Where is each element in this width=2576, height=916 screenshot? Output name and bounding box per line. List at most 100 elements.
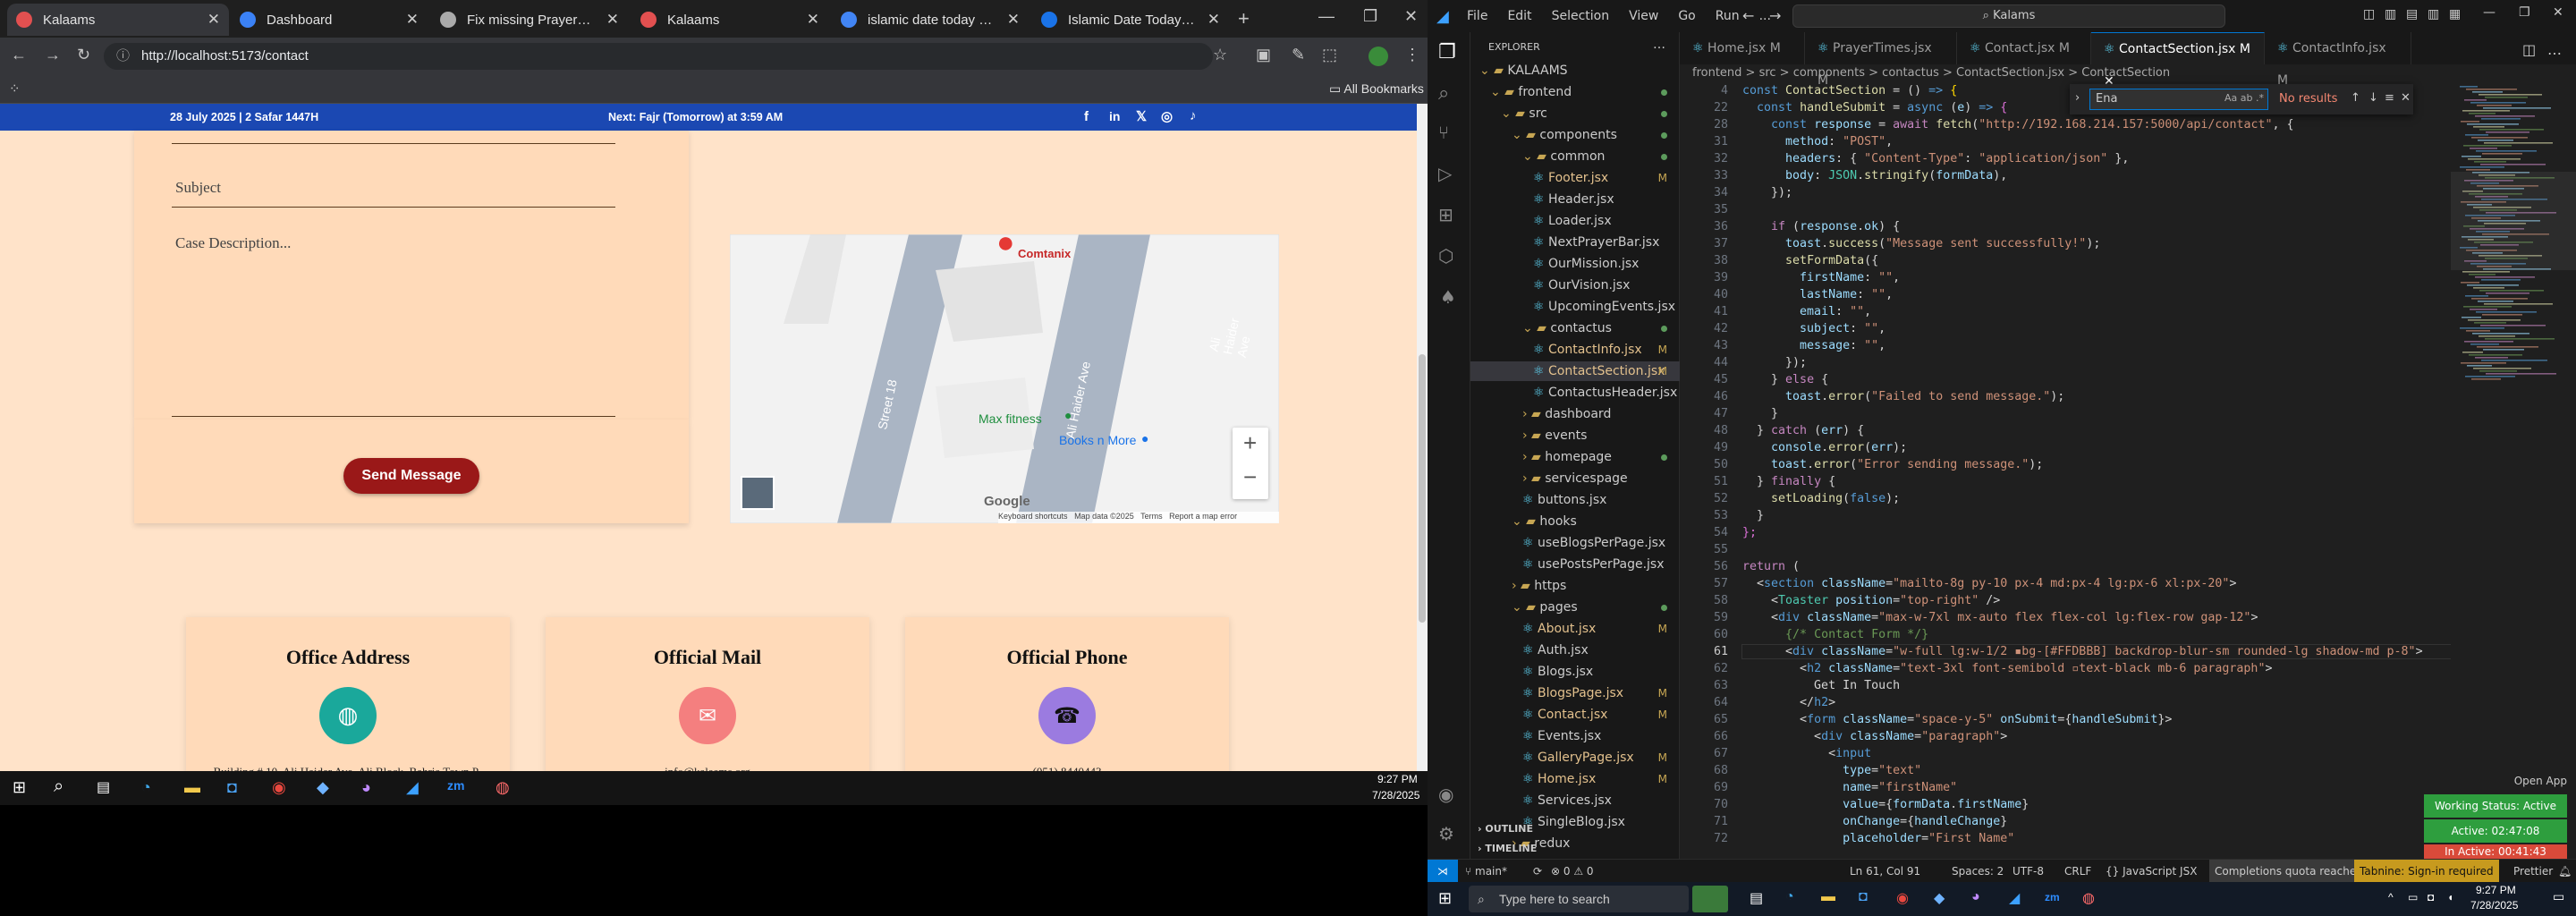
code-editor[interactable]: 4 const ContactSection = () => {22 const …: [1680, 82, 2503, 859]
tree-item[interactable]: ⚛ ContactSection.jsx M: [1470, 361, 1680, 381]
tree-item[interactable]: ⚛ Footer.jsx M: [1470, 168, 1680, 188]
indentation[interactable]: Spaces: 2: [1952, 860, 2004, 882]
edge-icon[interactable]: ◔: [1785, 889, 1794, 905]
app-icon[interactable]: ◆: [1934, 889, 1945, 907]
layout-sidebar-icon[interactable]: ▥: [2385, 7, 2396, 21]
github-icon[interactable]: ◕: [1971, 889, 1980, 905]
code-line[interactable]: <div className="paragraph">: [1742, 730, 2007, 743]
copilot-status[interactable]: Completions quota reached: [2209, 860, 2368, 882]
all-bookmarks[interactable]: ▭ All Bookmarks: [1329, 81, 1424, 97]
tree-item[interactable]: ⚛ NextPrayerBar.jsx: [1470, 233, 1680, 252]
apps-grid-icon[interactable]: ⁘: [9, 81, 21, 97]
close-window-icon[interactable]: ✕: [1404, 7, 1418, 26]
code-line[interactable]: </h2>: [1742, 696, 1835, 709]
weather-widget-icon[interactable]: [1692, 886, 1728, 912]
source-control-icon[interactable]: ⑂: [1438, 122, 1449, 143]
timeline-section[interactable]: › TIMELINE: [1470, 839, 1680, 859]
code-line[interactable]: {/* Contact Form */}: [1742, 628, 1928, 641]
code-line[interactable]: type="text": [1742, 764, 1921, 777]
tree-item[interactable]: › ▰ dashboard: [1470, 404, 1680, 424]
windows-start-icon[interactable]: ⊞: [1438, 889, 1452, 908]
scrollbar-thumb[interactable]: [1419, 354, 1426, 623]
command-center[interactable]: ⌕ Kalams: [1792, 4, 2225, 28]
network-icon[interactable]: ◘: [2428, 891, 2434, 903]
code-line[interactable]: email: "",: [1742, 305, 1871, 318]
volume-icon[interactable]: ◖: [2447, 891, 2453, 903]
tree-item[interactable]: ⚛ usePostsPerPage.jsx: [1470, 555, 1680, 574]
close-window-icon[interactable]: ✕: [2553, 5, 2563, 20]
app-icon[interactable]: ◆: [317, 778, 329, 797]
close-icon[interactable]: ✕: [208, 11, 220, 29]
forward-icon[interactable]: →: [45, 46, 61, 64]
close-icon[interactable]: ✕: [2401, 91, 2411, 105]
close-icon[interactable]: ✕: [1007, 11, 1020, 29]
tree-item[interactable]: ⚛ UpcomingEvents.jsx: [1470, 297, 1680, 317]
find-input[interactable]: Ena Aa ab .*: [2089, 89, 2268, 110]
search-icon[interactable]: ⌕: [54, 776, 64, 797]
code-line[interactable]: message: "",: [1742, 339, 1885, 352]
page-scrollbar[interactable]: [1417, 104, 1428, 771]
tree-item[interactable]: ⚛ Auth.jsx: [1470, 640, 1680, 660]
tree-item[interactable]: ⌄ ▰ KALAAMS: [1470, 61, 1680, 81]
extension-icon[interactable]: ▣: [1256, 46, 1271, 64]
code-line[interactable]: <Toaster position="top-right" />: [1742, 594, 2000, 607]
code-line[interactable]: return (: [1742, 560, 1800, 573]
menu-edit[interactable]: Edit: [1507, 9, 1531, 23]
code-line[interactable]: setLoading(false);: [1742, 492, 1900, 505]
more-actions-icon[interactable]: …: [2547, 41, 2562, 58]
vscode-icon[interactable]: ◢: [406, 778, 419, 797]
browser-tab-0[interactable]: Kalaams ✕: [7, 4, 229, 36]
code-line[interactable]: } catch (err) {: [1742, 424, 1864, 437]
tree-item[interactable]: ⚛ BlogsPage.jsx M: [1470, 683, 1680, 703]
more-actions-icon[interactable]: …: [1653, 38, 1665, 52]
arrow-up-icon[interactable]: ↑: [2351, 91, 2360, 105]
x-icon[interactable]: 𝕏: [1136, 108, 1147, 124]
code-line[interactable]: }: [1742, 407, 1778, 420]
pen-icon[interactable]: ✎: [1292, 46, 1305, 64]
tree-item[interactable]: ⚛ Header.jsx: [1470, 190, 1680, 209]
code-line[interactable]: <section className="mailto-8g py-10 px-4…: [1742, 577, 2236, 590]
code-line[interactable]: <div className="w-full lg:w-1/2 ▪bg-[#FF…: [1741, 644, 2503, 659]
back-icon[interactable]: ←: [11, 46, 27, 64]
tree-item[interactable]: ⚛ OurMission.jsx: [1470, 254, 1680, 274]
leaf-icon[interactable]: ♠: [1440, 286, 1456, 308]
prettier-status[interactable]: Prettier: [2513, 860, 2553, 882]
arrow-down-icon[interactable]: ↓: [2368, 91, 2378, 105]
code-line[interactable]: Get In Touch: [1742, 679, 1900, 692]
outline-section[interactable]: › OUTLINE: [1470, 819, 1680, 839]
tray-icon[interactable]: ▭: [2408, 891, 2418, 903]
send-message-button[interactable]: Send Message: [343, 458, 479, 494]
tree-item[interactable]: › ▰ homepage: [1470, 447, 1680, 467]
tree-item[interactable]: ⌄ ▰ common: [1470, 147, 1680, 166]
remote-icon[interactable]: ⬡: [1438, 245, 1453, 267]
code-line[interactable]: if (response.ok) {: [1742, 220, 1900, 233]
tab-home-jsx[interactable]: ⚛ Home.jsx M: [1680, 32, 1805, 64]
browser-tab-3[interactable]: Kalaams ✕: [631, 4, 828, 36]
tree-item[interactable]: ⚛ useBlogsPerPage.jsx: [1470, 533, 1680, 553]
remote-indicator-icon[interactable]: ⋊: [1428, 860, 1458, 882]
tray-chevron-icon[interactable]: ^: [2388, 891, 2394, 903]
app-icon-2[interactable]: ◍: [2082, 889, 2095, 907]
tabnine-status[interactable]: Tabnine: Sign-in required: [2354, 860, 2499, 882]
tree-item[interactable]: ⚛ Services.jsx: [1470, 791, 1680, 810]
code-line[interactable]: onChange={handleChange}: [1742, 815, 2007, 828]
code-line[interactable]: toast.success("Message sent successfully…: [1742, 237, 2100, 250]
code-line[interactable]: lastName: "",: [1742, 288, 1893, 301]
tree-item[interactable]: ⚛ ContactInfo.jsx M: [1470, 340, 1680, 360]
menu-file[interactable]: File: [1467, 9, 1487, 23]
code-line[interactable]: setFormData({: [1742, 254, 1878, 267]
code-line[interactable]: } finally {: [1742, 475, 1835, 488]
instagram-icon[interactable]: ◎: [1161, 108, 1173, 124]
code-line[interactable]: <h2 className="text-3xl font-semibold ▫t…: [1742, 662, 2272, 675]
code-line[interactable]: name="firstName": [1742, 781, 1957, 794]
bookmark-star-icon[interactable]: ☆: [1213, 46, 1227, 64]
menu-view[interactable]: View: [1629, 9, 1658, 23]
layout-secondary-icon[interactable]: ▥: [2428, 7, 2439, 21]
app-icon-2[interactable]: ◍: [496, 778, 510, 797]
minimize-icon[interactable]: —: [2483, 5, 2496, 20]
zoom-icon[interactable]: zm: [2045, 891, 2060, 903]
taskbar-search-input[interactable]: ⌕ Type here to search: [1469, 886, 1689, 912]
puzzle-icon[interactable]: ⬚: [1322, 46, 1337, 64]
explorer-icon[interactable]: ❐: [1438, 41, 1456, 64]
github-icon[interactable]: ◕: [361, 778, 371, 797]
